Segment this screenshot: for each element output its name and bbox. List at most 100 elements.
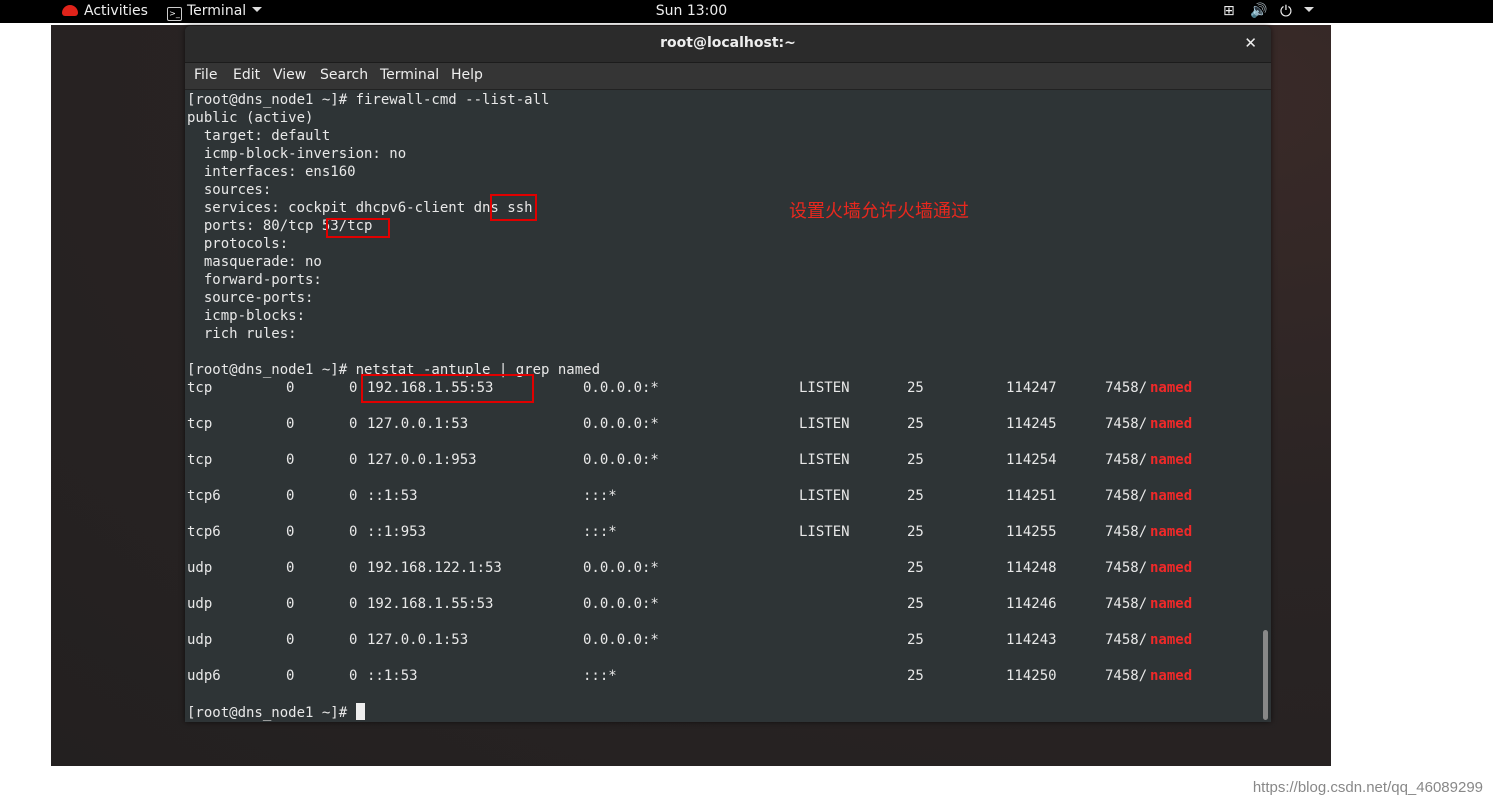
table-row: udp 0 0 192.168.1.55:53 0.0.0.0:* 25 114246 745… bbox=[185, 595, 1255, 613]
clock[interactable]: Sun 13:00 bbox=[0, 2, 1383, 21]
window-title: root@localhost:~ bbox=[660, 35, 796, 51]
terminal-window: root@localhost:~ ✕ File Edit View Search… bbox=[185, 26, 1271, 722]
cell-user: 25 bbox=[907, 524, 924, 540]
cell-pid: 7458/ bbox=[1105, 668, 1148, 684]
program-name: named bbox=[1150, 632, 1193, 648]
cell-pid: 7458/ bbox=[1105, 596, 1148, 612]
output-line: forward-ports: bbox=[187, 272, 331, 288]
cell-local: 127.0.0.1:53 bbox=[367, 632, 469, 648]
program-name: named bbox=[1150, 380, 1193, 396]
cell-recvq: 0 bbox=[286, 524, 295, 540]
menu-terminal[interactable]: Terminal bbox=[380, 67, 439, 83]
output-line: icmp-block-inversion: no bbox=[187, 146, 407, 162]
cell-recvq: 0 bbox=[286, 560, 295, 576]
cell-proto: tcp bbox=[187, 452, 213, 468]
cell-user: 25 bbox=[907, 416, 924, 432]
table-row: tcp 0 0 127.0.0.1:53 0.0.0.0:* LISTEN 25 114245… bbox=[185, 415, 1255, 433]
cell-program: named bbox=[1150, 631, 1192, 649]
cell-foreign: 0.0.0.0:* bbox=[583, 452, 659, 468]
menu-search[interactable]: Search bbox=[320, 67, 368, 83]
cell-local: ::1:953 bbox=[367, 524, 427, 540]
output-line: target: default bbox=[187, 128, 331, 144]
cell-sendq: 0 bbox=[349, 524, 358, 540]
cell-local: 127.0.0.1:953 bbox=[367, 452, 477, 468]
cell-program: named bbox=[1150, 667, 1192, 685]
cell-recvq: 0 bbox=[286, 596, 295, 612]
cell-local: 192.168.122.1:53 bbox=[367, 560, 502, 576]
scrollbar[interactable] bbox=[1261, 90, 1271, 722]
cell-proto: tcp bbox=[187, 416, 213, 432]
cell-program: named bbox=[1150, 523, 1192, 541]
cell-user: 25 bbox=[907, 380, 924, 396]
output-line: interfaces: ens160 bbox=[187, 164, 356, 180]
output-line: public (active) bbox=[187, 110, 314, 126]
output-line: services: cockpit dhcpv6-client dns ssh bbox=[187, 200, 533, 216]
output-line: icmp-blocks: bbox=[187, 308, 314, 324]
output-line: source-ports: bbox=[187, 290, 322, 306]
table-row: tcp6 0 0::1:53:::* LISTEN 25 114251 7458/named bbox=[185, 487, 1255, 505]
cell-state: LISTEN bbox=[799, 452, 850, 468]
program-name: named bbox=[1150, 668, 1193, 684]
window-titlebar[interactable]: root@localhost:~ ✕ bbox=[185, 26, 1271, 63]
volume-icon[interactable]: 🔊 bbox=[1250, 2, 1267, 21]
cell-sendq: 0 bbox=[349, 416, 358, 432]
cell-recvq: 0 bbox=[286, 380, 295, 396]
command-line: [root@dns_node1 ~]# firewall-cmd --list-… bbox=[187, 92, 550, 108]
output-line: rich rules: bbox=[187, 326, 306, 342]
menu-help[interactable]: Help bbox=[451, 67, 483, 83]
cell-recvq: 0 bbox=[286, 416, 295, 432]
table-row: tcp 0 0 192.168.1.55:53 0.0.0.0:* LISTEN 25 114… bbox=[185, 379, 1255, 397]
table-row: tcp6 0 0::1:953:::* LISTEN 25 114255 7458/name… bbox=[185, 523, 1255, 541]
annotation-text: 设置火墙允许火墙通过 bbox=[789, 201, 969, 222]
table-row: udp 0 0 192.168.122.1:53 0.0.0.0:* 25 114248 74… bbox=[185, 559, 1255, 577]
power-icon[interactable]: ⏻ bbox=[1280, 2, 1292, 21]
output-line: masquerade: no bbox=[187, 254, 322, 270]
program-name: named bbox=[1150, 524, 1193, 540]
cell-local: ::1:53 bbox=[367, 668, 418, 684]
watermark: https://blog.csdn.net/qq_46089299 bbox=[1252, 779, 1483, 796]
cell-proto: tcp bbox=[187, 380, 213, 396]
cell-proto: udp6 bbox=[187, 668, 221, 684]
highlight-box-listen-address bbox=[361, 374, 534, 403]
cell-pid: 7458/ bbox=[1105, 416, 1148, 432]
network-icon[interactable]: ⊞ bbox=[1223, 2, 1235, 21]
cell-foreign: 0.0.0.0:* bbox=[583, 560, 659, 576]
menu-bar: File Edit View Search Terminal Help bbox=[185, 63, 1271, 90]
prompt-line: [root@dns_node1 ~]# bbox=[187, 703, 365, 721]
cell-pid: 7458/ bbox=[1105, 452, 1148, 468]
cell-sendq: 0 bbox=[349, 488, 358, 504]
cell-user: 25 bbox=[907, 488, 924, 504]
cell-sendq: 0 bbox=[349, 452, 358, 468]
cell-foreign: 0.0.0.0:* bbox=[583, 632, 659, 648]
cell-pid: 7458/ bbox=[1105, 632, 1148, 648]
cell-proto: udp bbox=[187, 596, 213, 612]
program-name: named bbox=[1150, 596, 1193, 612]
cell-inode: 114243 bbox=[1006, 632, 1057, 648]
terminal-output[interactable]: [root@dns_node1 ~]# firewall-cmd --list-… bbox=[185, 90, 1261, 722]
cell-proto: tcp6 bbox=[187, 524, 221, 540]
cell-sendq: 0 bbox=[349, 560, 358, 576]
cell-inode: 114246 bbox=[1006, 596, 1057, 612]
menu-edit[interactable]: Edit bbox=[233, 67, 260, 83]
cell-state: LISTEN bbox=[799, 380, 850, 396]
cell-user: 25 bbox=[907, 452, 924, 468]
cell-local: 127.0.0.1:53 bbox=[367, 416, 469, 432]
menu-view[interactable]: View bbox=[273, 67, 306, 83]
cell-pid: 7458/ bbox=[1105, 488, 1148, 504]
menu-file[interactable]: File bbox=[194, 67, 217, 83]
cell-state: LISTEN bbox=[799, 488, 850, 504]
cell-proto: tcp6 bbox=[187, 488, 221, 504]
scrollbar-thumb[interactable] bbox=[1263, 630, 1268, 720]
cell-inode: 114250 bbox=[1006, 668, 1057, 684]
system-menu-chevron-icon[interactable] bbox=[1298, 2, 1314, 21]
cell-inode: 114247 bbox=[1006, 380, 1057, 396]
cell-proto: udp bbox=[187, 632, 213, 648]
highlight-box-53tcp bbox=[326, 218, 390, 238]
highlight-box-dns bbox=[490, 194, 537, 221]
close-icon[interactable]: ✕ bbox=[1244, 34, 1257, 52]
table-row: udp6 0 0::1:53:::* 25 114250 7458/named bbox=[185, 667, 1255, 685]
cell-inode: 114255 bbox=[1006, 524, 1057, 540]
table-row: tcp 0 0 127.0.0.1:953 0.0.0.0:* LISTEN 25 11425… bbox=[185, 451, 1255, 469]
cell-pid: 7458/ bbox=[1105, 380, 1148, 396]
cell-proto: udp bbox=[187, 560, 213, 576]
